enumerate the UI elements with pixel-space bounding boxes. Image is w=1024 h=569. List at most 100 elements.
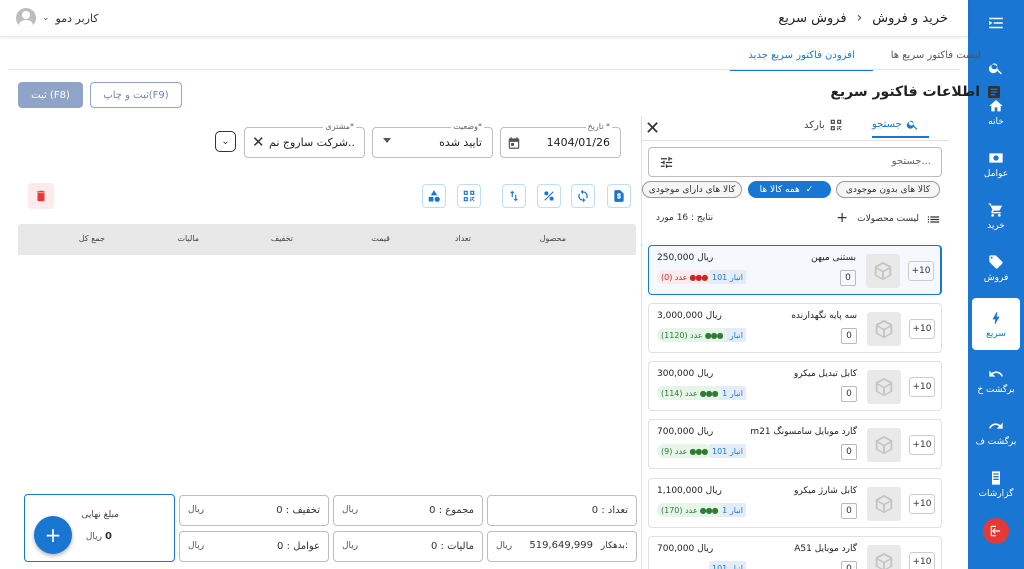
nav-purchase-label: خرید bbox=[987, 220, 1005, 231]
stock-count: (9) عدد bbox=[661, 446, 688, 456]
search-input[interactable]: جستجو... bbox=[648, 147, 942, 177]
redo-icon bbox=[989, 422, 1003, 429]
status-label: وضعیت* bbox=[451, 122, 484, 131]
bolt-icon bbox=[992, 311, 1000, 324]
chip-in-stock[interactable]: کالا های دارای موجودی bbox=[642, 181, 742, 198]
check-icon: ✓ bbox=[805, 184, 814, 195]
add-ten-button[interactable]: +10 bbox=[909, 377, 935, 397]
sort-button[interactable] bbox=[502, 184, 526, 208]
quantity-field[interactable]: 0 bbox=[841, 386, 857, 402]
chip-out-of-stock[interactable]: کالا های بدون موجودی bbox=[836, 181, 940, 198]
user-menu[interactable]: ⌄ کاربر دمو bbox=[16, 8, 99, 28]
product-name: سه پایه نگهدارنده bbox=[791, 311, 857, 321]
product-image-placeholder-icon bbox=[866, 254, 900, 288]
add-ten-button[interactable]: +10 bbox=[909, 494, 935, 514]
date-field[interactable]: تاریخ * 1404/01/26 bbox=[500, 122, 621, 158]
tab-add-quick-invoice[interactable]: افزودن فاکتور سریع جدید bbox=[730, 48, 873, 71]
quantity-field[interactable]: 0 bbox=[841, 328, 857, 344]
document-icon bbox=[988, 86, 1000, 98]
nav-purchase-return-label: برگشت خ bbox=[977, 384, 1015, 395]
add-ten-button[interactable]: +10 bbox=[909, 435, 935, 455]
tab-quick-invoice-list[interactable]: لیست فاکتور سریع ها bbox=[873, 48, 999, 71]
breadcrumb-item[interactable]: خرید و فروش bbox=[872, 11, 948, 26]
product-name: گارد موبایل سامسونگ m21 bbox=[750, 427, 857, 437]
tab-divider bbox=[8, 69, 960, 70]
stock-badge: (114) عدد ●●● bbox=[657, 386, 722, 400]
chip-all-items[interactable]: همه کالا ها ✓ bbox=[748, 181, 831, 198]
delete-button[interactable] bbox=[28, 183, 54, 209]
add-icon[interactable]: + bbox=[836, 210, 848, 226]
save-button[interactable]: ثبت (F8) bbox=[18, 82, 83, 108]
warehouse-badge: انبار 101 bbox=[709, 444, 746, 458]
column-header: محصول bbox=[539, 234, 566, 243]
tab-bar: لیست فاکتور سریع ها افزودن فاکتور سریع ج… bbox=[730, 48, 999, 71]
product-card[interactable]: +10 سه پایه نگهدارنده 0 3,000,000 ریال انبار… bbox=[648, 303, 942, 353]
debt-label: بدهکار: bbox=[600, 541, 628, 551]
category-button[interactable] bbox=[422, 184, 446, 208]
calendar-icon[interactable] bbox=[507, 136, 521, 150]
nav-home-label: خانه bbox=[988, 116, 1004, 127]
product-image-placeholder-icon bbox=[867, 312, 901, 346]
logout-button[interactable] bbox=[983, 518, 1009, 544]
barcode-scan-button[interactable] bbox=[457, 184, 481, 208]
nav-quick[interactable]: سریع bbox=[972, 298, 1020, 350]
tab-barcode-label: بارکد bbox=[804, 119, 825, 131]
close-panel-icon[interactable]: ✕ bbox=[645, 118, 660, 139]
column-header: جمع کل bbox=[78, 234, 105, 243]
filter-settings-icon[interactable] bbox=[659, 155, 674, 170]
quantity-field[interactable]: 0 bbox=[841, 444, 857, 460]
status-select[interactable]: وضعیت* تایید شده bbox=[372, 122, 493, 158]
money-icon bbox=[989, 152, 1003, 163]
nav-sale-return[interactable]: برگشت ف bbox=[968, 408, 1024, 456]
expand-button[interactable]: ⌄ bbox=[215, 131, 236, 152]
customer-field[interactable]: مشتری* شرکت ساروج نم... ✕ bbox=[244, 122, 365, 158]
results-count: نتایج : 16 مورد bbox=[656, 213, 714, 223]
tab-search[interactable]: جستجو bbox=[872, 118, 929, 138]
add-ten-button[interactable]: +10 bbox=[909, 552, 935, 569]
product-price: 700,000 ریال bbox=[657, 544, 714, 554]
add-ten-button[interactable]: +10 bbox=[908, 261, 934, 281]
warehouse-badge: انبار 101 bbox=[709, 561, 746, 569]
receipt-icon bbox=[992, 470, 1000, 485]
product-card[interactable]: +10 گارد موبایل سامسونگ m21 0 700,000 ریال ا… bbox=[648, 419, 942, 469]
invoice-doc-button[interactable] bbox=[607, 184, 631, 208]
date-label: تاریخ * bbox=[585, 122, 612, 131]
column-header: مالیات bbox=[177, 234, 199, 243]
discount-label: تخفیف : 0 bbox=[276, 505, 320, 516]
tab-barcode[interactable]: بارکد bbox=[804, 118, 843, 132]
stock-count: (114) عدد bbox=[661, 388, 698, 398]
stock-badge: (170) عدد ●●● bbox=[657, 503, 722, 517]
product-card[interactable]: +10کابل تبدیل میکرو0300,000 ریالانبار 10… bbox=[648, 361, 942, 411]
nav-reports[interactable]: گزارشات bbox=[968, 460, 1024, 508]
add-item-fab[interactable]: + bbox=[34, 516, 72, 554]
search-tab-divider bbox=[642, 140, 949, 141]
quantity-field[interactable]: 0 bbox=[840, 270, 856, 286]
currency-exchange-button[interactable] bbox=[571, 184, 595, 208]
product-card[interactable]: +10کابل شارژ میکرو01,100,000 ریالانبار 1… bbox=[648, 478, 942, 528]
percent-button[interactable] bbox=[537, 184, 561, 208]
avatar bbox=[16, 8, 36, 28]
product-name: گارد موبایل A51 bbox=[794, 544, 857, 554]
product-name: کابل تبدیل میکرو bbox=[793, 369, 857, 379]
quantity-field[interactable]: 0 bbox=[841, 561, 857, 569]
quantity-field[interactable]: 0 bbox=[841, 503, 857, 519]
add-ten-button[interactable]: +10 bbox=[909, 319, 935, 339]
nav-purchase-return[interactable]: برگشت خ bbox=[968, 356, 1024, 404]
file-money-icon bbox=[614, 190, 624, 202]
trash-icon bbox=[36, 190, 46, 202]
nav-purchase[interactable]: خرید bbox=[968, 192, 1024, 240]
more-dots-icon: ●●● bbox=[704, 330, 724, 340]
nav-factors-label: عوامل bbox=[983, 168, 1009, 179]
tax-summary: مالیات : 0 ریال bbox=[333, 531, 483, 562]
save-print-button[interactable]: ثبت و چاپ(F9) bbox=[90, 82, 182, 108]
product-card[interactable]: +10 بستنی میهن 0 250,000 ریال انبار 101 (0) ع… bbox=[648, 245, 942, 295]
stock-badge: (0) عدد ●●● bbox=[657, 270, 712, 284]
clear-icon[interactable]: ✕ bbox=[252, 133, 265, 151]
menu-toggle-icon[interactable] bbox=[987, 14, 1005, 32]
nav-sale[interactable]: فروش bbox=[968, 244, 1024, 292]
product-card[interactable]: +10 گارد موبایل A51 0 700,000 ریال انبار 101 bbox=[648, 536, 942, 569]
shapes-icon bbox=[428, 190, 440, 202]
percent-icon bbox=[544, 191, 554, 201]
list-icon[interactable] bbox=[926, 212, 941, 227]
nav-factors[interactable]: عوامل bbox=[968, 140, 1024, 188]
